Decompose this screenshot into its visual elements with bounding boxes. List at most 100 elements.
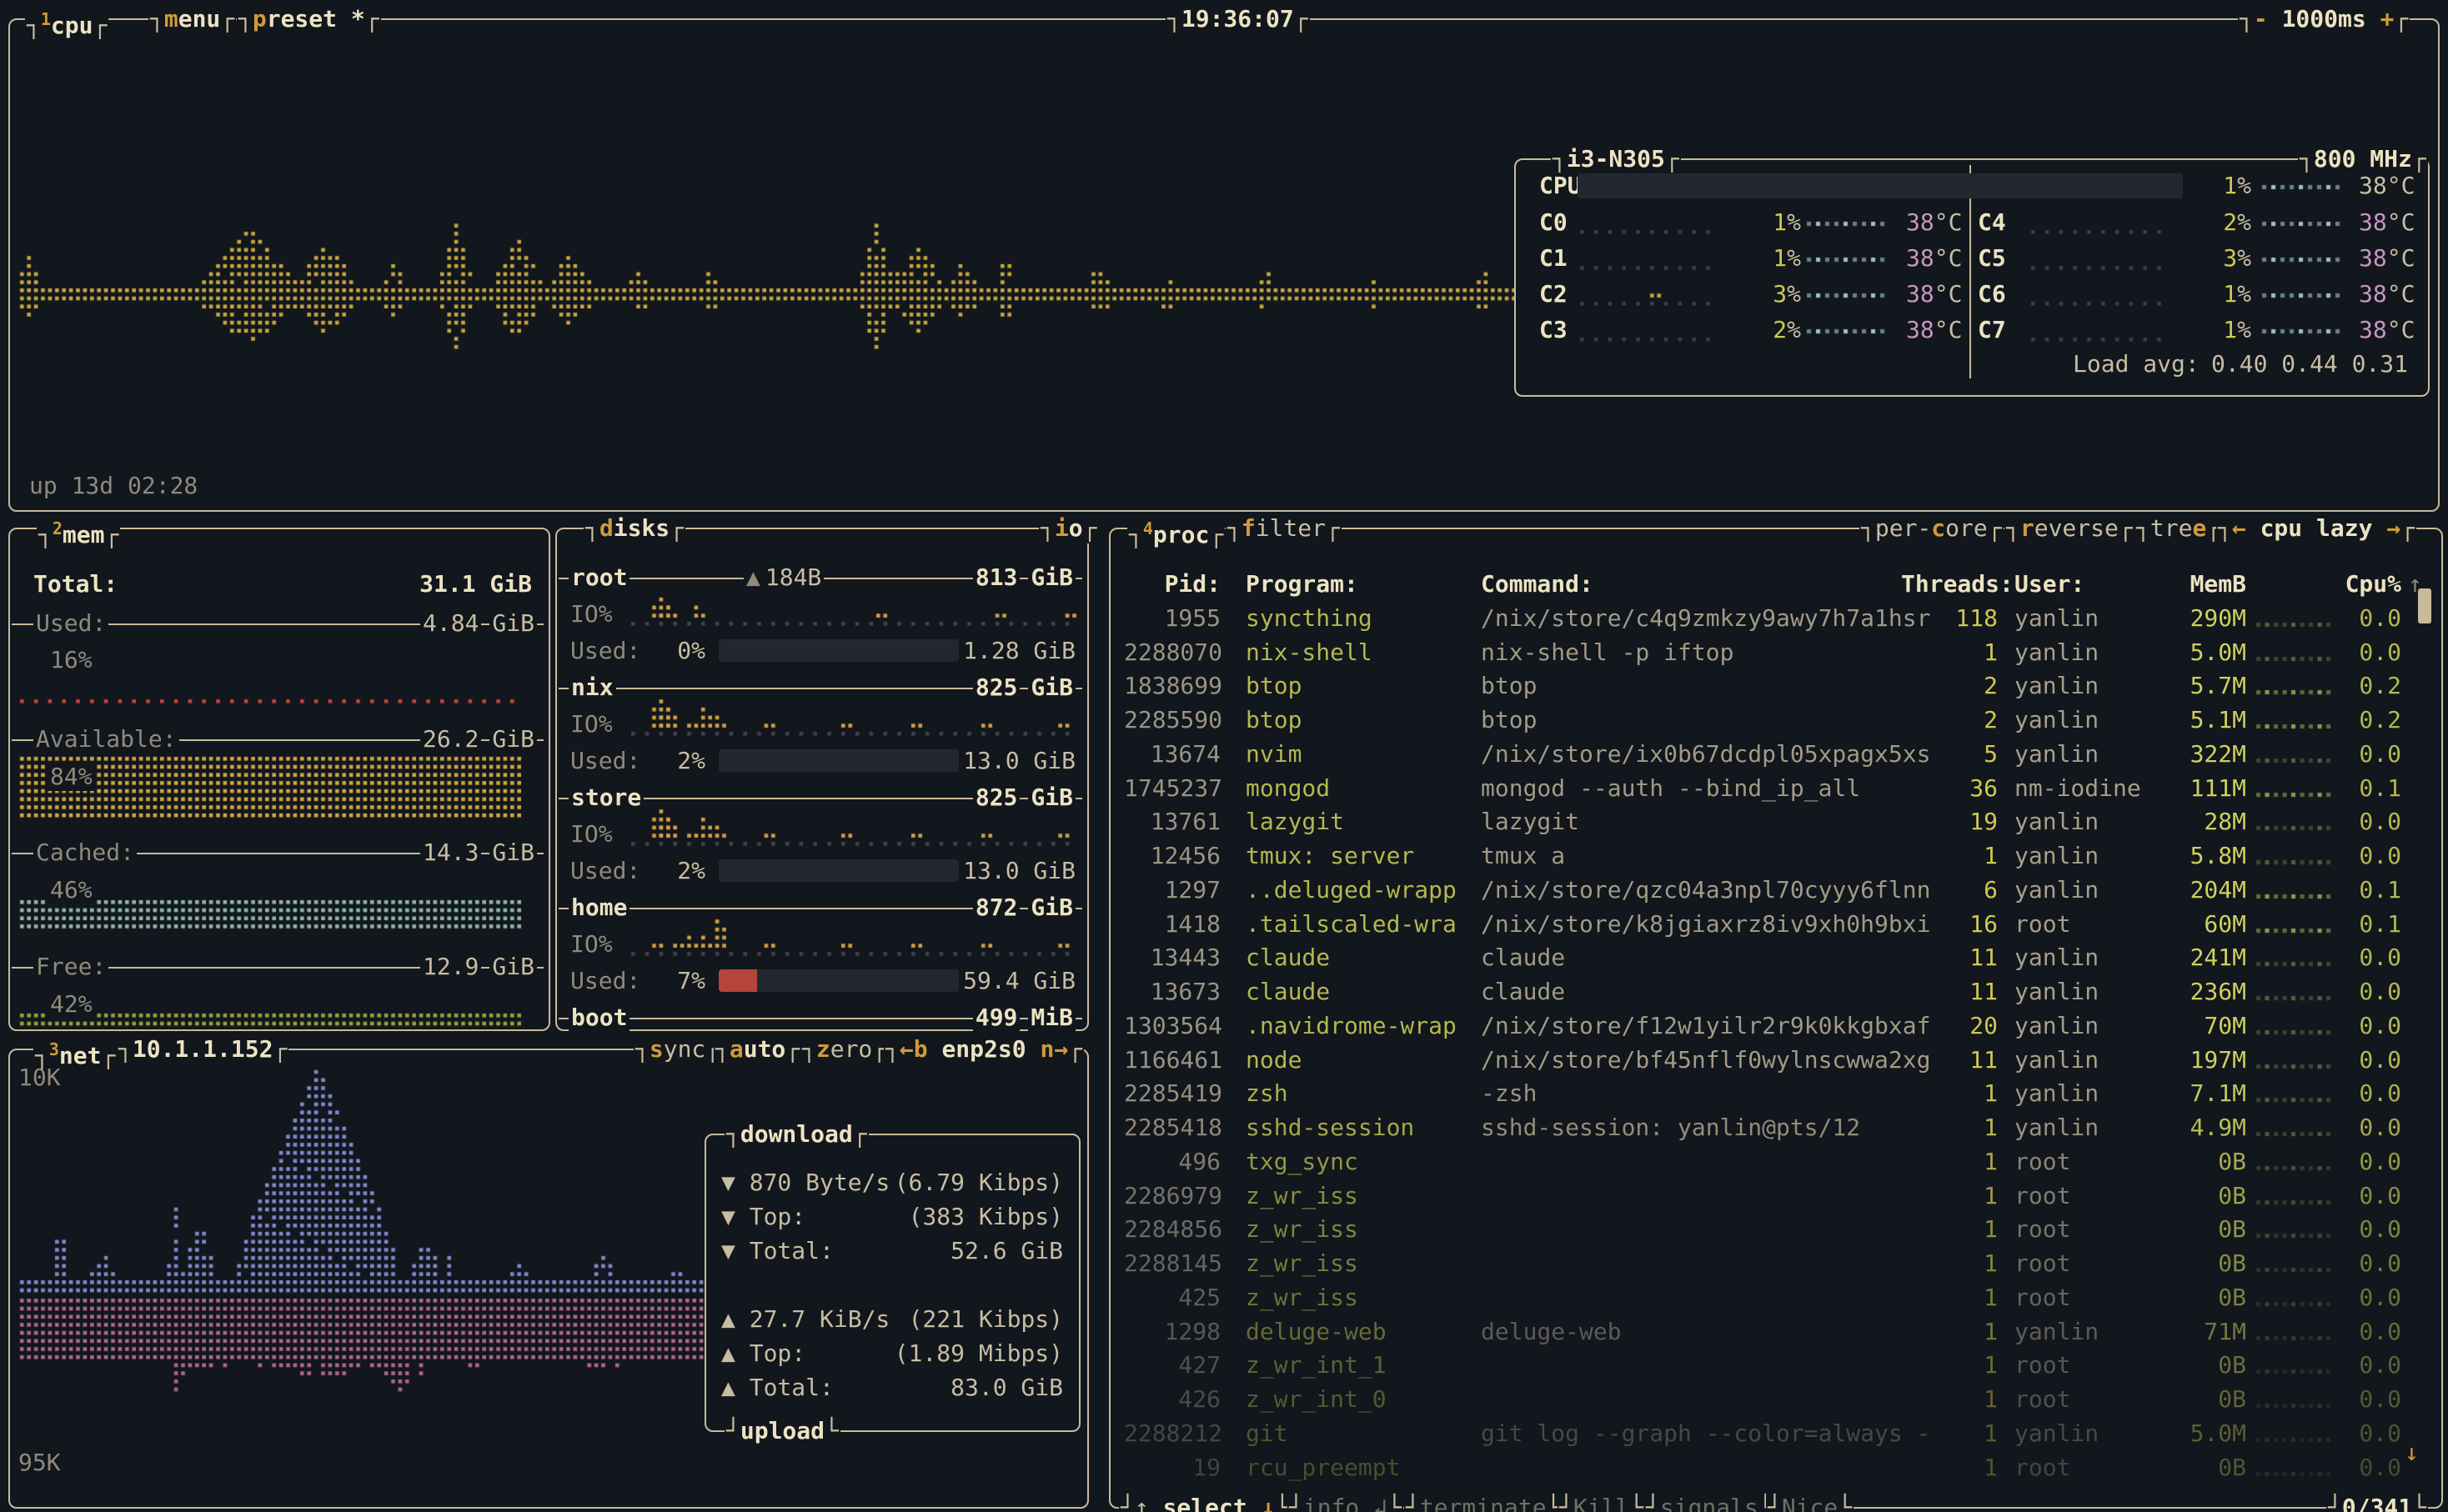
process-pid: 2286979 [1124, 1182, 1221, 1210]
process-user: yanlin [2014, 1318, 2099, 1346]
process-user: root [2014, 1148, 2070, 1176]
process-row[interactable]: 496txg_sync1root0B0.0 [1109, 1148, 2440, 1181]
process-program: node [1246, 1046, 1302, 1074]
process-program: claude [1246, 944, 1330, 972]
process-row[interactable]: 2285418sshd-sessionsshd-session: yanlin@… [1109, 1114, 2440, 1147]
process-mem: 0B [2160, 1385, 2246, 1414]
process-cpu: 0.0 [2335, 808, 2401, 836]
process-program: txg_sync [1246, 1148, 1358, 1176]
disk-used-label: Used: [570, 857, 640, 885]
core-temp: 38°C [1906, 208, 1962, 237]
disk-used-value: 59.4 GiB [917, 967, 1076, 995]
proc-col-pid: Pid: [1124, 570, 1221, 598]
process-threads: 2 [1901, 706, 1998, 734]
process-program: nvim [1246, 740, 1302, 769]
mem-section-percent: 46% [47, 876, 96, 904]
process-row[interactable]: 12456tmux: servertmux a1yanlin5.8M0.0 [1109, 842, 2440, 875]
process-threads: 11 [1901, 944, 1998, 972]
process-row[interactable]: 1297..deluged-wrapp/nix/store/qzc04a3npl… [1109, 876, 2440, 909]
process-row[interactable]: 1745237mongodmongod --auth --bind_ip_all… [1109, 774, 2440, 808]
process-row[interactable]: 1418.tailscaled-wra/nix/store/k8jgiaxrz8… [1109, 910, 2440, 944]
process-user: yanlin [2014, 638, 2099, 667]
process-pid: 425 [1124, 1284, 1221, 1312]
process-mem: 111M [2160, 774, 2246, 803]
process-pid: 2288212 [1124, 1419, 1221, 1448]
process-pid: 1166461 [1124, 1046, 1221, 1074]
process-row[interactable]: 1303564.navidrome-wrap/nix/store/f12w1yi… [1109, 1012, 2440, 1045]
process-mem: 236M [2160, 978, 2246, 1006]
process-command: -zsh [1481, 1079, 1537, 1108]
process-row[interactable]: 13443claudeclaude11yanlin241M0.0 [1109, 944, 2440, 977]
load-avg-label: Load avg: [2073, 350, 2200, 378]
process-user: yanlin [2014, 1079, 2099, 1108]
process-threads: 1 [1901, 1385, 1998, 1414]
disk-used-label: Used: [570, 637, 640, 665]
disk-io-label: IO% [570, 820, 613, 849]
process-pid: 427 [1124, 1351, 1221, 1379]
process-row[interactable]: 19rcu_preempt1root0B0.0 [1109, 1454, 2440, 1487]
process-cpu: 0.0 [2335, 944, 2401, 972]
process-row[interactable]: 13674nvim/nix/store/ix0b67dcdpl05xpagx5x… [1109, 740, 2440, 774]
process-pid: 19 [1124, 1454, 1221, 1482]
disk-io-label: IO% [570, 600, 613, 628]
process-row[interactable]: 1166461node/nix/store/bf45nflf0wylnscwwa… [1109, 1046, 2440, 1079]
process-row[interactable]: 1838699btopbtop2yanlin5.7M0.2 [1109, 672, 2440, 705]
process-cpu: 0.0 [2335, 1046, 2401, 1074]
process-row[interactable]: 2288145z_wr_iss1root0B0.0 [1109, 1249, 2440, 1283]
process-row[interactable]: 1298deluge-webdeluge-web1yanlin71M0.0 [1109, 1318, 2440, 1351]
process-cpu: 0.0 [2335, 1284, 2401, 1312]
process-user: yanlin [2014, 672, 2099, 700]
core-label: C5 [1978, 244, 2006, 273]
process-mem: 4.9M [2160, 1114, 2246, 1142]
process-threads: 1 [1901, 638, 1998, 667]
process-command: sshd-session: yanlin@pts/12 [1481, 1114, 1860, 1142]
disk-used-label: Used: [570, 747, 640, 775]
process-row[interactable]: 13673claudeclaude11yanlin236M0.0 [1109, 978, 2440, 1011]
process-mem: 5.8M [2160, 842, 2246, 870]
cpu-summary-temp: 38°C [2359, 172, 2415, 200]
process-user: root [2014, 1215, 2070, 1244]
process-mem: 5.0M [2160, 638, 2246, 667]
process-command: /nix/store/f12w1yilr2r9k0kkgbxaf [1481, 1012, 1930, 1040]
process-program: rcu_preempt [1246, 1454, 1400, 1482]
disk-io-label: IO% [570, 710, 613, 738]
process-row[interactable]: 2288070nix-shellnix-shell -p iftop1yanli… [1109, 638, 2440, 672]
core-percent: 1% [2168, 280, 2251, 308]
proc-scroll-down-icon[interactable]: ↓ [2405, 1439, 2419, 1467]
core-label: C0 [1539, 208, 1568, 237]
process-threads: 2 [1901, 672, 1998, 700]
process-pid: 1297 [1124, 876, 1221, 904]
core-percent: 2% [2168, 208, 2251, 237]
process-row[interactable]: 13761lazygitlazygit19yanlin28M0.0 [1109, 808, 2440, 841]
core-label: C6 [1978, 280, 2006, 308]
process-row[interactable]: 425z_wr_iss1root0B0.0 [1109, 1284, 2440, 1317]
process-mem: 5.0M [2160, 1419, 2246, 1448]
process-command: nix-shell -p iftop [1481, 638, 1733, 667]
process-cpu: 0.0 [2335, 1351, 2401, 1379]
process-user: root [2014, 1454, 2070, 1482]
process-row[interactable]: 2285590btopbtop2yanlin5.1M0.2 [1109, 706, 2440, 739]
proc-col-user: User: [2014, 570, 2084, 598]
process-pid: 496 [1124, 1148, 1221, 1176]
process-command: tmux a [1481, 842, 1565, 870]
core-percent: 1% [1718, 244, 1801, 273]
load-avg-values: 0.40 0.44 0.31 [2211, 350, 2408, 378]
process-cpu: 0.0 [2335, 1079, 2401, 1108]
process-row[interactable]: 2285419zsh-zsh1yanlin7.1M0.0 [1109, 1079, 2440, 1113]
core-percent: 1% [1718, 208, 1801, 237]
proc-scrollbar-thumb[interactable] [2418, 588, 2431, 623]
process-cpu: 0.0 [2335, 604, 2401, 633]
process-program: z_wr_int_0 [1246, 1385, 1387, 1414]
process-row[interactable]: 2288212gitgit log --graph --color=always… [1109, 1419, 2440, 1453]
process-row[interactable]: 2286979z_wr_iss1root0B0.0 [1109, 1182, 2440, 1215]
core-label: C7 [1978, 316, 2006, 344]
process-threads: 5 [1901, 740, 1998, 769]
mem-total-value: 31.1 GiB [283, 570, 532, 598]
process-program: .navidrome-wrap [1246, 1012, 1457, 1040]
process-row[interactable]: 2284856z_wr_iss1root0B0.0 [1109, 1215, 2440, 1249]
process-row[interactable]: 1955syncthing/nix/store/c4q9zmkzy9awy7h7… [1109, 604, 2440, 638]
proc-col-threads: Threads: [1901, 570, 1998, 598]
process-row[interactable]: 427z_wr_int_11root0B0.0 [1109, 1351, 2440, 1384]
process-mem: 290M [2160, 604, 2246, 633]
process-row[interactable]: 426z_wr_int_01root0B0.0 [1109, 1385, 2440, 1419]
